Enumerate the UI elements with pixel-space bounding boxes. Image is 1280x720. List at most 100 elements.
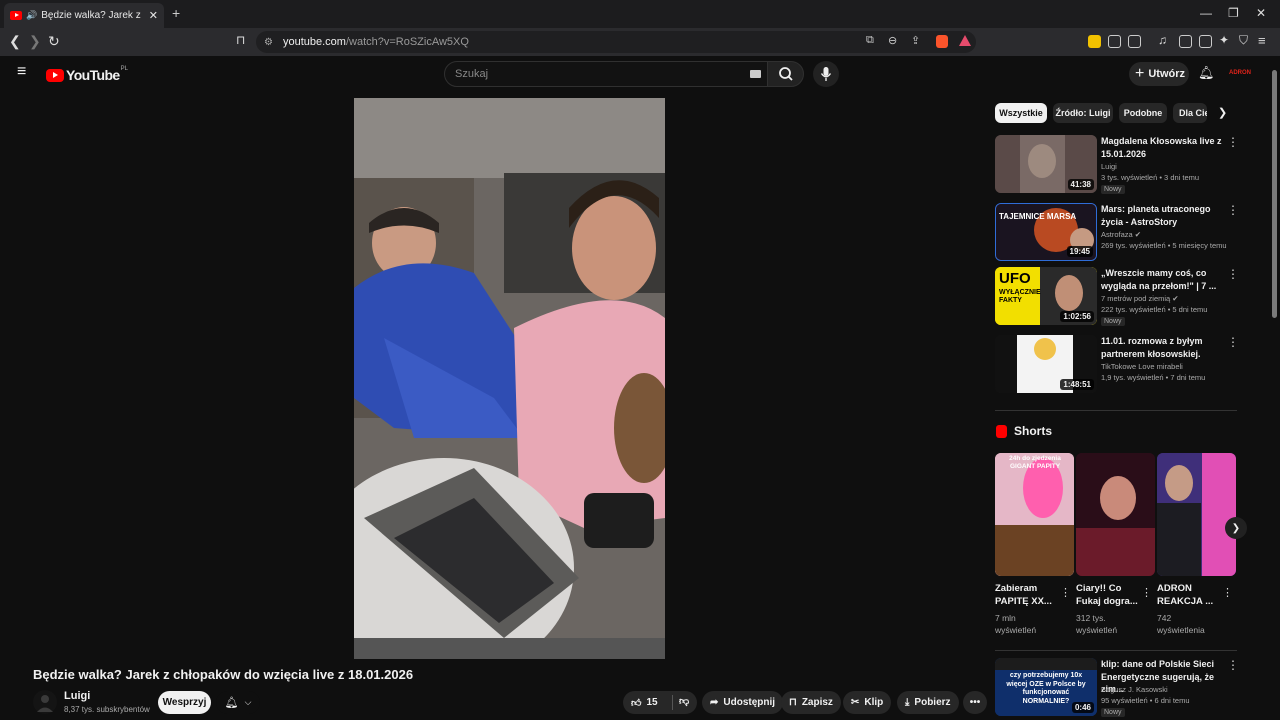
speaker-icon[interactable]: 🔊 <box>26 10 37 21</box>
support-button[interactable]: Wesprzyj <box>158 691 211 714</box>
reload-icon[interactable]: ↻ <box>48 33 60 50</box>
short-thumbnail[interactable] <box>1076 453 1155 576</box>
maximize-icon[interactable]: ❐ <box>1228 6 1239 20</box>
recommendation-channel[interactable]: TikTokowe Love mirabeli <box>1101 362 1183 371</box>
voice-search-button[interactable] <box>813 61 839 87</box>
brave-rewards-icon[interactable] <box>959 35 971 46</box>
close-window-icon[interactable]: ✕ <box>1256 6 1266 20</box>
short-title[interactable]: Ciary!! Co Fukaj dogra... <box>1076 582 1140 608</box>
video-thumbnail[interactable]: UFO WYŁĄCZNIE FAKTY 1:02:56 <box>995 267 1097 325</box>
recommendation-title[interactable]: Mars: planeta utraconego życia - AstroSt… <box>1101 203 1223 228</box>
scrollbar-thumb[interactable] <box>1272 70 1277 318</box>
recommendation-title[interactable]: Magdalena Kłosowska live z 15.01.2026 <box>1101 135 1223 160</box>
recommendation-meta: 269 tys. wyświetleń • 5 miesięcy temu <box>1101 241 1227 250</box>
short-thumbnail[interactable] <box>1157 453 1236 576</box>
recommendation-meta: 1,9 tys. wyświetleń • 7 dni temu <box>1101 373 1206 382</box>
new-badge: Nowy <box>1101 185 1125 194</box>
recommendation-title[interactable]: „Wreszcie mamy coś, co wygląda na przeło… <box>1101 267 1223 292</box>
more-vertical-icon[interactable]: ⋮ <box>1227 335 1239 349</box>
short-title[interactable]: Zabieram PAPITĘ XX... <box>995 582 1059 608</box>
chip-related[interactable]: Podobne <box>1119 103 1167 123</box>
share-icon[interactable]: ⇪ <box>911 34 920 47</box>
more-vertical-icon[interactable]: ⋮ <box>1227 658 1239 672</box>
keyboard-icon[interactable] <box>750 70 761 78</box>
recommendation-item[interactable]: czy potrzebujemy 10x więcej OZE w Polsce… <box>995 658 1240 720</box>
create-button[interactable]: + Utwórz <box>1129 62 1189 86</box>
like-button[interactable]: 👍︎ 15 👎︎ <box>623 691 697 714</box>
notifications-bell-icon[interactable]: 🔔︎ <box>1198 65 1215 81</box>
more-vertical-icon[interactable]: ⋮ <box>1227 267 1239 281</box>
music-icon[interactable]: ♫ <box>1158 33 1167 47</box>
channel-avatar-icon <box>37 695 53 712</box>
sidebar-icon[interactable] <box>1179 35 1192 48</box>
notification-settings-button[interactable]: 🔔︎ ⌵ <box>216 691 260 714</box>
short-views: 742 wyświetlenia <box>1157 613 1205 635</box>
account-avatar[interactable]: ADRON <box>1227 64 1253 82</box>
chevron-down-icon: ⌵ <box>244 697 252 707</box>
address-bar[interactable]: ⚙ youtube.com/watch?v=RoSZicAw5XQ ⧉ ⊖ ⇪ <box>256 31 976 53</box>
recommendation-item[interactable]: TAJEMNICE MARSA 19:45 Mars: planeta utra… <box>995 203 1240 265</box>
short-title[interactable]: ADRON REAKCJA ... <box>1157 582 1221 608</box>
video-thumbnail[interactable]: 41:38 <box>995 135 1097 193</box>
screenshot-icon[interactable] <box>1128 35 1141 48</box>
recommendation-item[interactable]: UFO WYŁĄCZNIE FAKTY 1:02:56 „Wreszcie ma… <box>995 267 1240 329</box>
more-vertical-icon[interactable]: ⋮ <box>1227 203 1239 217</box>
more-vertical-icon[interactable]: ⋮ <box>1222 586 1233 599</box>
extensions-icon[interactable] <box>1108 35 1121 48</box>
video-thumbnail[interactable]: 1:48:51 <box>995 335 1097 393</box>
page-scrollbar[interactable] <box>1269 56 1280 720</box>
recommendation-channel[interactable]: Luigi <box>1101 162 1117 171</box>
youtube-play-icon <box>46 68 64 82</box>
shorts-next-icon[interactable]: ❯ <box>1225 517 1247 539</box>
thumbs-down-icon[interactable]: 👎︎ <box>679 695 689 707</box>
chip-source-luigi[interactable]: Źródło: Luigi <box>1053 103 1113 123</box>
site-info-icon[interactable]: ⚙ <box>264 37 273 48</box>
thumbnail-caption: UFO <box>999 270 1031 287</box>
video-player[interactable] <box>354 98 665 659</box>
youtube-logo[interactable]: YouTube PL <box>46 66 128 83</box>
video-thumbnail[interactable]: czy potrzebujemy 10x więcej OZE w Polsce… <box>995 658 1097 716</box>
more-vertical-icon[interactable]: ⋮ <box>1227 135 1239 149</box>
wallet-icon[interactable] <box>1199 35 1212 48</box>
more-vertical-icon[interactable]: ⋮ <box>1141 586 1152 599</box>
recommendation-channel[interactable]: 7 metrów pod ziemią ✔ <box>1101 294 1179 303</box>
vpn-icon[interactable]: ⛉ <box>1239 33 1248 48</box>
menu-icon[interactable]: ≡ <box>1258 33 1266 48</box>
video-duration: 0:46 <box>1071 702 1094 713</box>
short-thumbnail[interactable]: 24h do zjedzenia GIGANT PAPITY <box>995 453 1074 576</box>
zoom-icon[interactable]: ⊖ <box>888 34 897 47</box>
recommendation-channel[interactable]: Astrofaza ✔ <box>1101 230 1141 239</box>
recommendation-item[interactable]: 1:48:51 11.01. rozmowa z byłym partnerem… <box>995 335 1240 397</box>
more-actions-button[interactable]: ••• <box>963 691 987 714</box>
channel-avatar[interactable] <box>33 690 57 714</box>
share-button[interactable]: ➦ Udostępnij <box>702 691 784 714</box>
recommendation-item[interactable]: 41:38 Magdalena Kłosowska live z 15.01.2… <box>995 135 1240 197</box>
browser-tab[interactable]: 🔊 Będzie walka? Jarek z chłopa ✕ <box>4 3 164 28</box>
clip-button[interactable]: ✂ Klip <box>843 691 892 714</box>
back-icon[interactable]: ❮ <box>9 33 21 50</box>
leo-ai-icon[interactable]: ✦ <box>1219 33 1229 47</box>
close-tab-icon[interactable]: ✕ <box>149 9 158 22</box>
recommendation-channel[interactable]: Bogusz J. Kasowski <box>1101 685 1168 694</box>
extension-icon[interactable] <box>1088 35 1101 48</box>
recommendation-title[interactable]: 11.01. rozmowa z byłym partnerem kłosows… <box>1101 335 1223 360</box>
search-input[interactable]: Szukaj <box>444 61 768 87</box>
save-button[interactable]: ⊓ Zapisz <box>781 691 841 714</box>
open-in-app-icon[interactable]: ⧉ <box>866 34 874 47</box>
chip-for-you[interactable]: Dla Ciebie <box>1173 103 1207 123</box>
new-tab-icon[interactable]: + <box>172 5 180 21</box>
minimize-icon[interactable]: — <box>1200 6 1212 20</box>
chip-all[interactable]: Wszystkie <box>995 103 1047 123</box>
hamburger-menu-icon[interactable]: ≡ <box>17 63 26 81</box>
download-button[interactable]: ⤓ Pobierz <box>897 691 959 714</box>
channel-name[interactable]: Luigi <box>64 690 90 702</box>
chips-next-icon[interactable]: ❯ <box>1218 106 1227 119</box>
tab-title: Będzie walka? Jarek z chłopa <box>41 10 143 21</box>
youtube-header: ≡ YouTube PL Szukaj + Utwórz 🔔︎ ADRON <box>0 56 1268 92</box>
more-vertical-icon[interactable]: ⋮ <box>1060 586 1071 599</box>
video-thumbnail[interactable]: TAJEMNICE MARSA 19:45 <box>995 203 1097 261</box>
forward-icon[interactable]: ❯ <box>29 33 41 50</box>
bookmark-icon[interactable]: ⊓ <box>236 33 245 47</box>
search-button[interactable] <box>767 61 804 87</box>
brave-shields-icon[interactable] <box>936 35 948 48</box>
